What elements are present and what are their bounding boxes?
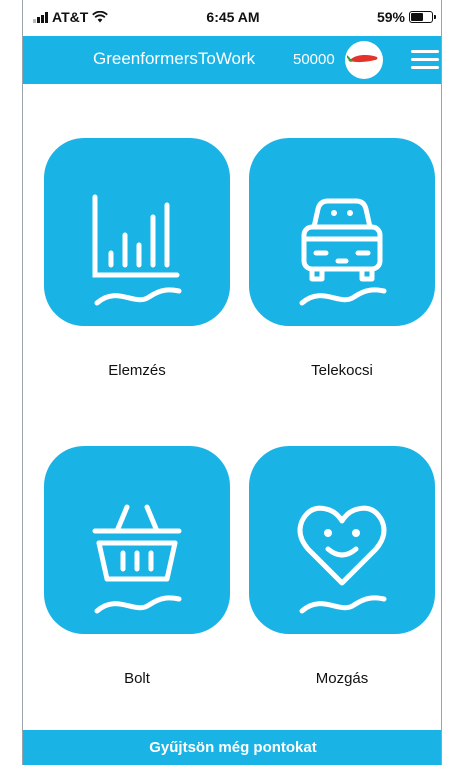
tile-elemzes[interactable] (44, 138, 230, 326)
heart-smile-icon (297, 505, 387, 614)
points-badge[interactable] (345, 41, 383, 79)
tile-label-mozgas: Mozgás (315, 670, 369, 687)
tile-mozgas[interactable] (249, 446, 435, 634)
app-header: GreenformersToWork 50000 (23, 36, 441, 84)
status-right: 59% (376, 9, 436, 25)
tile-label-bolt: Bolt (124, 670, 150, 687)
tile-label-elemzes: Elemzés (108, 362, 166, 379)
collect-points-text: Gyűjtsön még pontokat (149, 739, 317, 756)
tile-label-telekocsi: Telekocsi (311, 362, 373, 379)
phone-screen: AT&T 6:45 AM 59% GreenformersToWork 5000… (22, 0, 442, 765)
battery-percent: 59% (376, 9, 405, 25)
menu-line (411, 66, 439, 69)
status-bar: AT&T 6:45 AM 59% (23, 0, 441, 36)
shopping-basket-icon (92, 504, 182, 614)
app-title: GreenformersToWork (93, 49, 256, 68)
collect-points-banner[interactable]: Gyűjtsön még pontokat (23, 730, 441, 765)
points-count: 50000 (293, 51, 335, 68)
menu-line (411, 50, 439, 53)
battery-level (411, 13, 423, 21)
tile-telekocsi[interactable] (249, 138, 435, 326)
hamburger-menu-button[interactable] (411, 50, 439, 70)
battery-icon (409, 11, 436, 23)
car-icon (299, 198, 387, 306)
bar-chart-icon (92, 194, 182, 306)
chili-pepper-icon (347, 54, 378, 63)
tile-bolt[interactable] (44, 446, 230, 634)
menu-line (411, 58, 439, 61)
